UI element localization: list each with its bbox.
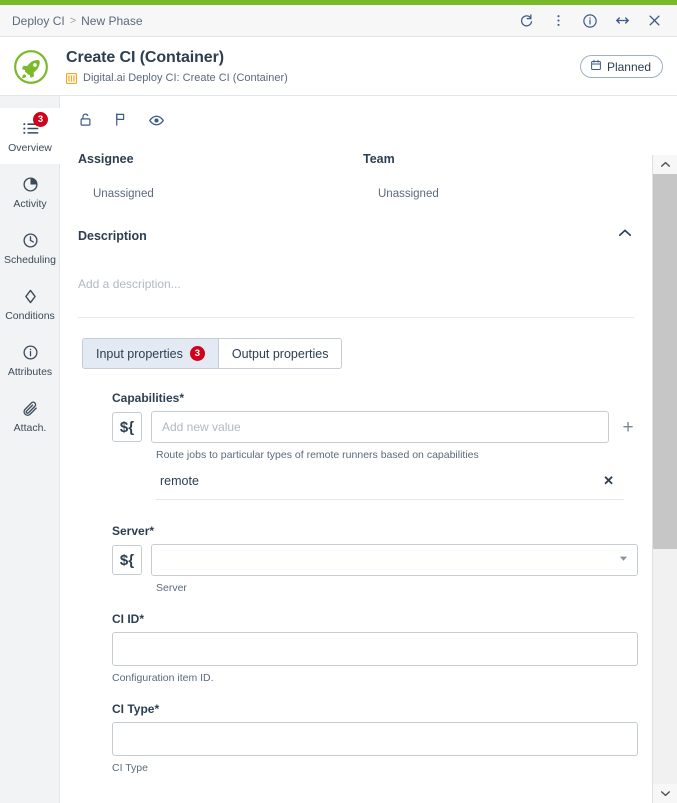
task-header: Create CI (Container) Digital.ai Deploy …	[0, 38, 677, 96]
paperclip-icon	[22, 398, 39, 418]
breadcrumb-current[interactable]: New Phase	[81, 14, 142, 28]
breadcrumb-separator: >	[69, 14, 77, 27]
more-options-icon[interactable]	[543, 7, 573, 35]
sidebar-item-label: Attributes	[7, 366, 53, 378]
ci-type-input[interactable]	[112, 722, 638, 756]
sidebar-item-activity[interactable]: Activity	[0, 164, 60, 220]
status-badge[interactable]: Planned	[579, 55, 663, 78]
section-divider	[78, 317, 634, 318]
breadcrumb-root[interactable]: Deploy CI	[12, 14, 65, 28]
team-block: Team Unassigned	[363, 152, 648, 200]
assignee-block: Assignee Unassigned	[78, 152, 363, 200]
diamond-icon	[22, 286, 39, 306]
breadcrumb-bar: Deploy CI > New Phase	[0, 5, 677, 37]
field-ci-type: CI Type* CI Type	[60, 702, 652, 774]
main-content: Assignee Unassigned Team Unassigned Desc…	[60, 96, 652, 803]
sidebar-item-label: Conditions	[5, 310, 55, 322]
task-title-block: Create CI (Container) Digital.ai Deploy …	[66, 49, 288, 84]
scroll-up-button[interactable]	[653, 155, 677, 174]
ci-id-input[interactable]	[112, 632, 638, 666]
scrollbar-thumb[interactable]	[653, 174, 677, 549]
sidebar-item-conditions[interactable]: Conditions	[0, 276, 60, 332]
server-select[interactable]	[151, 544, 638, 576]
description-header: Description	[78, 224, 634, 247]
tab-label: Output properties	[231, 346, 329, 361]
calendar-icon	[590, 59, 602, 74]
sidebar-item-label: Overview	[8, 142, 52, 154]
task-subtitle: Digital.ai Deploy CI: Create CI (Contain…	[66, 72, 288, 84]
task-toolbar	[60, 96, 652, 134]
field-label: Server*	[112, 524, 638, 538]
chip-label: remote	[160, 474, 199, 488]
dialog-panel: Deploy CI > New Phase Create CI (Contain…	[0, 0, 677, 803]
field-label-text: CI ID	[112, 612, 140, 626]
required-marker: *	[139, 612, 145, 626]
sidebar-item-label: Attach.	[13, 422, 47, 434]
info-circle-icon	[22, 342, 39, 362]
field-label-text: CI Type	[112, 702, 155, 716]
properties-tabs: Input properties 3 Output properties	[82, 338, 652, 369]
rocket-icon	[10, 46, 52, 88]
chevron-up-icon[interactable]	[616, 224, 634, 247]
capability-chip-remote: remote ✕	[156, 473, 624, 500]
field-label-text: Capabilities	[112, 391, 180, 405]
clock-icon	[22, 230, 39, 250]
tab-input-properties[interactable]: Input properties 3	[82, 338, 219, 369]
required-marker: *	[179, 391, 185, 405]
field-label-text: Server	[112, 524, 150, 538]
eye-icon[interactable]	[148, 112, 165, 134]
properties-form: Capabilities* ${ + Route jobs to particu…	[60, 369, 652, 774]
sidebar-item-attributes[interactable]: Attributes	[0, 332, 60, 388]
task-type-icon	[66, 72, 78, 84]
close-icon[interactable]: ✕	[603, 473, 614, 489]
sidebar-item-scheduling[interactable]: Scheduling	[0, 220, 60, 276]
sidebar-badge-overview: 3	[33, 112, 48, 127]
task-subtitle-label: Digital.ai Deploy CI: Create CI (Contain…	[83, 72, 288, 84]
tab-badge: 3	[189, 346, 205, 361]
field-hint: Configuration item ID.	[112, 672, 214, 684]
field-label: CI Type*	[112, 702, 638, 716]
team-value[interactable]: Unassigned	[363, 188, 648, 200]
tab-label: Input properties	[96, 346, 183, 361]
plus-icon[interactable]: +	[618, 418, 638, 437]
refresh-icon[interactable]	[511, 7, 541, 35]
field-hint: Server	[156, 582, 187, 594]
team-label: Team	[363, 152, 395, 166]
sidebar-item-label: Scheduling	[4, 254, 56, 266]
field-hint: CI Type	[112, 762, 148, 774]
scroll-down-button[interactable]	[653, 784, 677, 803]
description-placeholder[interactable]: Add a description...	[78, 277, 634, 291]
sidebar-item-overview[interactable]: 3 Overview	[0, 108, 60, 164]
field-capabilities: Capabilities* ${ + Route jobs to particu…	[60, 391, 652, 500]
window-actions	[511, 7, 677, 35]
field-label: CI ID*	[112, 612, 638, 626]
expand-width-icon[interactable]	[607, 7, 637, 35]
sidebar-item-label: Activity	[13, 198, 47, 210]
required-marker: *	[154, 702, 160, 716]
field-server: Server* ${ Server	[60, 524, 652, 594]
variable-button-server[interactable]: ${	[112, 545, 142, 575]
status-badge-label: Planned	[606, 59, 651, 74]
field-hint: Route jobs to particular types of remote…	[156, 449, 479, 461]
sidebar: 3 Overview Activity Scheduling Condition…	[0, 96, 60, 803]
assignment-row: Assignee Unassigned Team Unassigned	[60, 134, 652, 200]
scrollbar[interactable]	[652, 155, 677, 803]
pie-chart-icon	[22, 174, 39, 194]
description-label: Description	[78, 228, 147, 243]
breadcrumb: Deploy CI > New Phase	[0, 14, 143, 28]
close-icon[interactable]	[639, 7, 669, 35]
variable-button-capabilities[interactable]: ${	[112, 412, 142, 442]
field-ci-id: CI ID* Configuration item ID.	[60, 612, 652, 684]
lock-icon[interactable]	[78, 112, 93, 134]
page-title: Create CI (Container)	[66, 49, 224, 66]
required-marker: *	[149, 524, 155, 538]
tab-output-properties[interactable]: Output properties	[218, 338, 343, 369]
field-label: Capabilities*	[112, 391, 638, 405]
assignee-value[interactable]: Unassigned	[78, 188, 363, 200]
info-icon[interactable]	[575, 7, 605, 35]
assignee-label: Assignee	[78, 152, 134, 166]
sidebar-item-attachments[interactable]: Attach.	[0, 388, 60, 444]
flag-icon[interactable]	[113, 112, 128, 134]
capabilities-input[interactable]	[151, 411, 609, 443]
